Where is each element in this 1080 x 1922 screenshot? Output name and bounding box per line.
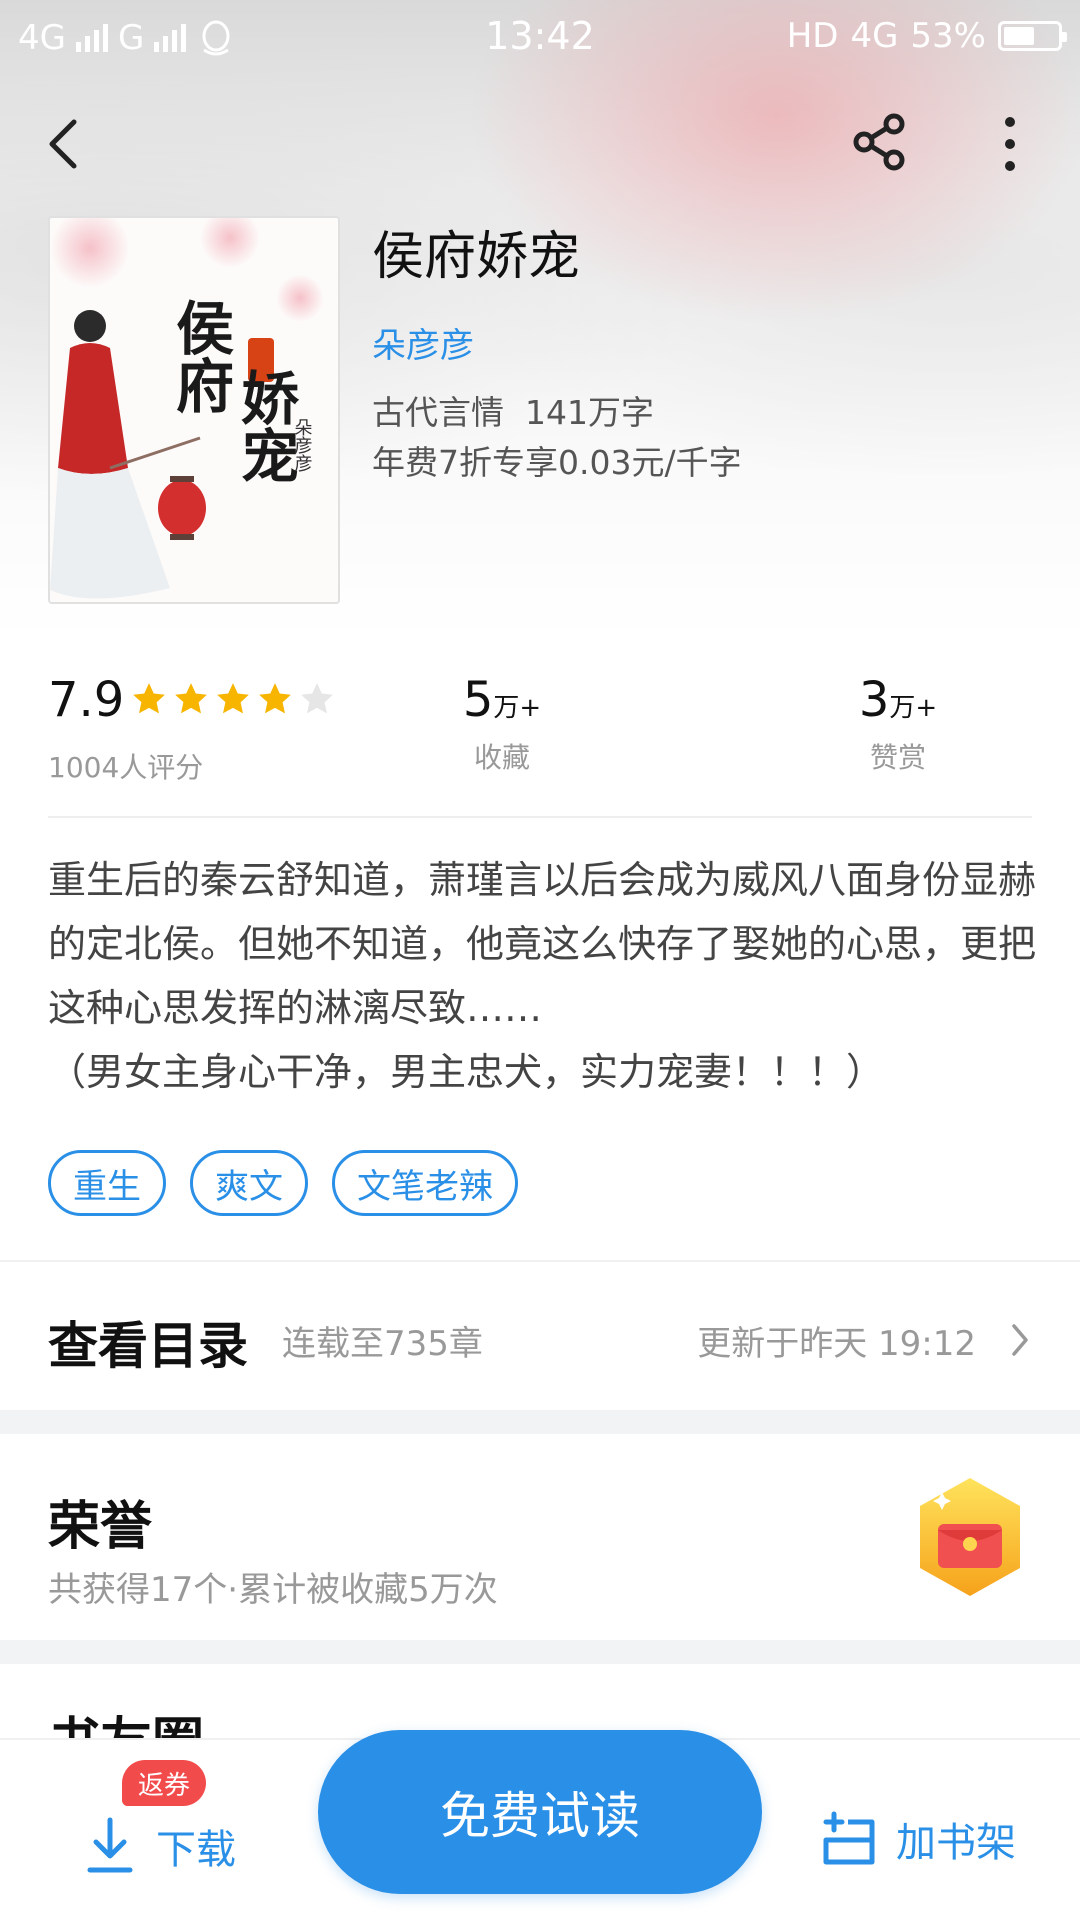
rating-stars <box>130 680 336 718</box>
book-title: 侯府娇宠 <box>372 227 581 287</box>
star-icon <box>259 683 291 714</box>
book-price-note: 年费7折专享0.03元/千字 <box>372 443 742 482</box>
divider <box>48 816 1032 818</box>
rewards-stat[interactable]: 3万+ 赞赏 <box>818 672 978 776</box>
honor-title: 荣誉 <box>48 1496 153 1557</box>
rewards-label: 赞赏 <box>869 741 926 774</box>
status-bar: 4G G 13:42 HD 4G 53% <box>0 0 1080 72</box>
favorites-number: 5 <box>462 672 494 728</box>
favorites-unit: 万+ <box>493 693 542 723</box>
share-icon[interactable] <box>848 110 912 174</box>
rating-count: 1004人评分 <box>48 751 204 784</box>
status-right: HD 4G 53% <box>786 16 1067 56</box>
intro-paragraph-2: （男女主身心干净，男主忠犬，实力宠妻！！！） <box>48 1050 885 1094</box>
table-of-contents-row[interactable]: 查看目录 连载至735章 更新于昨天 19:12 <box>0 1262 1080 1410</box>
stats-row: 7.9 1004人评分 5万+ 收藏 3万+ 赞赏 <box>48 672 1032 792</box>
coupon-badge: 返券 <box>122 1760 207 1806</box>
honor-badge-icon <box>920 1478 1020 1596</box>
book-cover[interactable]: 侯府 娇宠 朵彦彦 <box>48 216 340 604</box>
rewards-number: 3 <box>858 672 890 728</box>
honor-summary: 共获得17个·累计被收藏5万次 <box>48 1570 498 1610</box>
cover-title-1: 侯府 <box>166 298 234 414</box>
bookshelf-icon <box>823 1811 875 1865</box>
section-separator <box>0 1410 1080 1434</box>
cover-artwork: 侯府 娇宠 朵彦彦 <box>50 218 338 602</box>
favorites-label: 收藏 <box>473 741 530 774</box>
star-icon <box>217 683 249 714</box>
more-options-icon[interactable] <box>990 112 1030 176</box>
book-category-words: 古代言情 141万字 <box>372 393 654 432</box>
book-intro[interactable]: 重生后的秦云舒知道，萧瑾言以后会成为威风八面身份显赫的定北侯。但她不知道，他竟这… <box>48 848 1038 1104</box>
tag-chip[interactable]: 文笔老辣 <box>332 1150 518 1216</box>
chevron-right-icon <box>1012 1324 1028 1356</box>
download-button[interactable]: 下载 <box>84 1816 236 1876</box>
book-author-link[interactable]: 朵彦彦 <box>372 318 474 367</box>
rating-score: 7.9 <box>48 672 125 728</box>
add-to-shelf-label: 加书架 <box>896 1820 1016 1866</box>
toc-progress: 连载至735章 <box>282 1324 483 1364</box>
hd-label: HD <box>786 16 839 56</box>
toc-updated: 更新于昨天 19:12 <box>697 1324 976 1364</box>
star-empty-icon <box>301 683 333 714</box>
rewards-unit: 万+ <box>889 693 938 723</box>
section-separator <box>0 1640 1080 1664</box>
network-label-right: 4G <box>850 16 899 56</box>
add-to-shelf-button[interactable]: 加书架 <box>820 1810 1016 1868</box>
toc-title: 查看目录 <box>48 1316 248 1375</box>
favorites-stat: 5万+ 收藏 <box>422 672 582 776</box>
back-arrow-icon[interactable] <box>40 112 88 176</box>
tag-list: 重生 爽文 文笔老辣 <box>48 1150 518 1216</box>
cover-title-2: 娇宠 <box>231 368 299 484</box>
star-icon <box>133 683 165 714</box>
tag-chip[interactable]: 重生 <box>48 1150 166 1216</box>
battery-icon <box>998 21 1067 51</box>
battery-percent: 53% <box>910 16 986 56</box>
download-label: 下载 <box>156 1827 236 1873</box>
tag-chip[interactable]: 爽文 <box>190 1150 308 1216</box>
cover-author: 朵彦彦 <box>292 418 313 472</box>
free-trial-read-button[interactable]: 免费试读 <box>318 1730 762 1894</box>
honor-section[interactable]: 荣誉 共获得17个·累计被收藏5万次 <box>0 1434 1080 1634</box>
star-icon <box>175 683 207 714</box>
intro-paragraph-1: 重生后的秦云舒知道，萧瑾言以后会成为威风八面身份显赫的定北侯。但她不知道，他竟这… <box>48 858 1037 1030</box>
download-icon <box>87 1817 133 1873</box>
bottom-action-bar: 返券 下载 免费试读 加书架 <box>0 1730 1080 1922</box>
